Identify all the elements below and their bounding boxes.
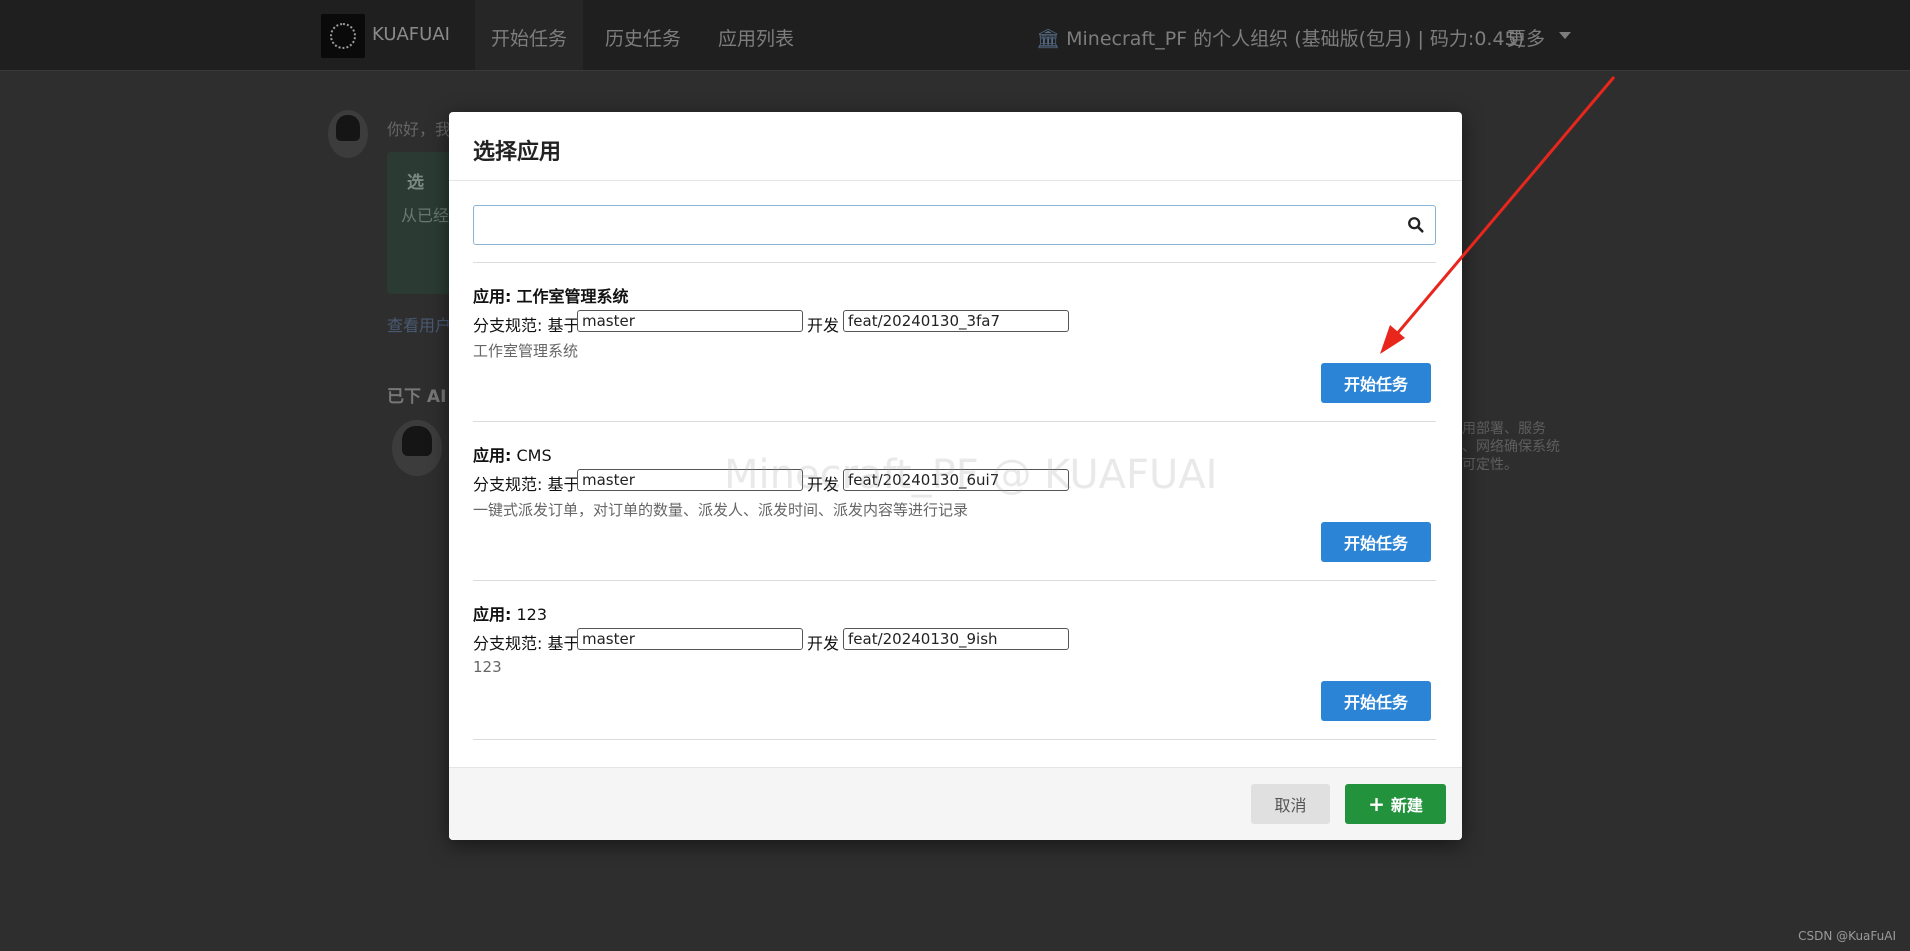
cancel-button[interactable]: 取消 [1251, 784, 1330, 824]
dev-branch-input[interactable] [843, 469, 1069, 491]
modal-title: 选择应用 [473, 140, 562, 165]
app-description: 工作室管理系统 [473, 342, 579, 360]
org-selector[interactable]: 🏛 Minecraft_PF 的个人组织 (基础版(包月) | 码力:0.45) [1036, 24, 1524, 51]
nav-item-history-task[interactable]: 历史任务 [605, 24, 681, 51]
app-name: 应用: 工作室管理系统 [473, 287, 629, 306]
modal-footer: 取消 + 新建 [449, 767, 1462, 840]
avatar [328, 110, 368, 158]
bank-icon: 🏛 [1036, 28, 1061, 50]
card-text: 从已经 [401, 206, 450, 225]
dev-branch-input[interactable] [843, 310, 1069, 332]
start-task-button[interactable]: 开始任务 [1321, 681, 1431, 721]
base-branch-input[interactable] [577, 469, 803, 491]
plus-icon: + [1368, 792, 1385, 816]
branch-label: 分支规范: 基于 [473, 475, 580, 494]
brand-logo[interactable] [321, 14, 365, 58]
app-list: 应用: 工作室管理系统 分支规范: 基于 开发 工作室管理系统 开始任务 应用:… [473, 262, 1436, 740]
greeting-text: 你好，我 [387, 120, 452, 139]
app-description: 一键式派发订单，对订单的数量、派发人、派发时间、派发内容等进行记录 [473, 501, 969, 519]
base-branch-input[interactable] [577, 310, 803, 332]
list-item: 应用: CMS 分支规范: 基于 开发 一键式派发订单，对订单的数量、派发人、派… [473, 421, 1436, 580]
branch-label: 分支规范: 基于 [473, 316, 580, 335]
base-branch-input[interactable] [577, 628, 803, 650]
start-task-button[interactable]: 开始任务 [1321, 363, 1431, 403]
caret-down-icon[interactable] [1559, 32, 1571, 39]
modal-header: 选择应用 [449, 112, 1462, 181]
dev-branch-input[interactable] [843, 628, 1069, 650]
branch-label: 分支规范: 基于 [473, 634, 580, 653]
search-input[interactable] [482, 206, 1406, 246]
card-title: 选 [407, 173, 424, 193]
list-item: 应用: 123 分支规范: 基于 开发 123 开始任务 [473, 580, 1436, 740]
new-button-label: 新建 [1390, 796, 1423, 815]
ai-avatar [392, 420, 442, 476]
dev-label: 开发 [807, 475, 840, 494]
dev-label: 开发 [807, 634, 840, 653]
app-name: 应用: CMS [473, 446, 552, 465]
side-description: 应用部署、服务器、网络确保系统的可定性。 [1448, 421, 1560, 473]
app-name: 应用: 123 [473, 605, 548, 624]
view-users-link[interactable]: 查看用户 [387, 312, 451, 336]
select-app-modal: 选择应用 应用: 工作室管理系统 分支规范: 基于 开发 工作室管理系统 开始任… [449, 112, 1462, 840]
start-task-button[interactable]: 开始任务 [1321, 522, 1431, 562]
search-icon[interactable] [1407, 216, 1425, 234]
dev-label: 开发 [807, 316, 840, 335]
list-item: 应用: 工作室管理系统 分支规范: 基于 开发 工作室管理系统 开始任务 [473, 262, 1436, 421]
app-description: 123 [473, 658, 502, 676]
more-menu[interactable]: 更多 [1507, 24, 1545, 51]
top-navbar: KUAFUAI 开始任务 历史任务 应用列表 🏛 Minecraft_PF 的个人… [0, 0, 1910, 71]
brand-name[interactable]: KUAFUAI [372, 24, 450, 45]
nav-item-start-task[interactable]: 开始任务 [491, 24, 567, 51]
search-box[interactable] [473, 205, 1436, 246]
nav-item-app-list[interactable]: 应用列表 [718, 24, 794, 51]
org-label: Minecraft_PF 的个人组织 (基础版(包月) | 码力:0.45) [1066, 28, 1525, 50]
source-watermark: CSDN @KuaFuAI [1798, 929, 1896, 943]
new-button[interactable]: + 新建 [1345, 784, 1446, 824]
